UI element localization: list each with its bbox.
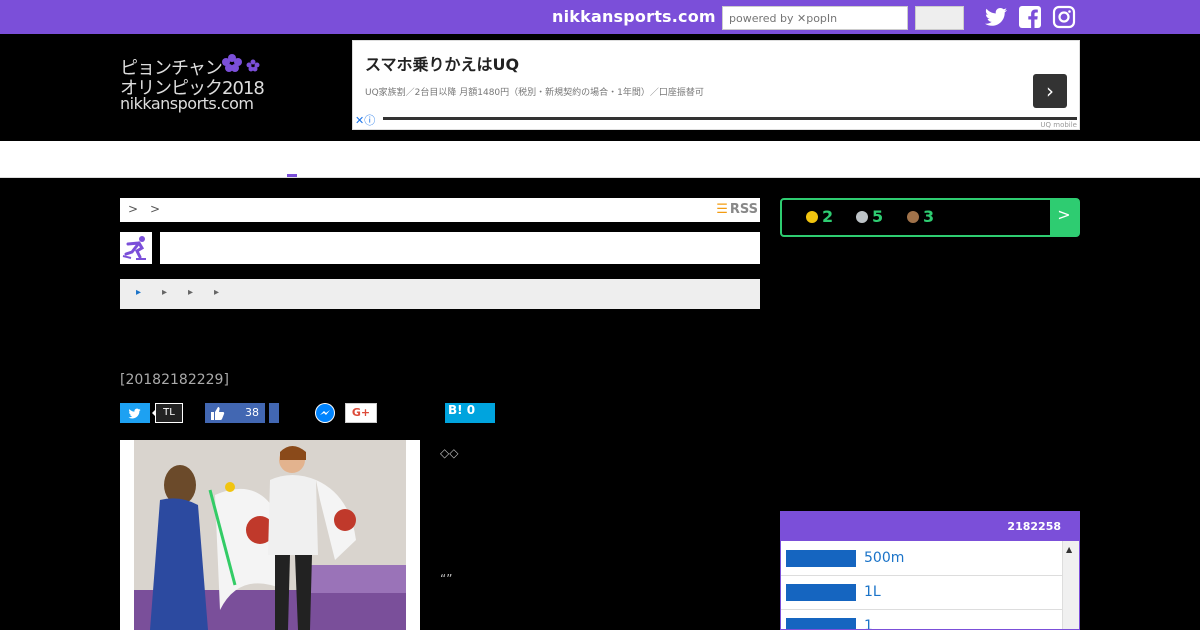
silver-medal-icon — [856, 211, 868, 223]
ranking-widget: 2182258 500m 1L 1 ▲ — [780, 511, 1080, 630]
thumbs-up-icon — [211, 407, 225, 420]
ranking-item-label: 500m — [864, 550, 905, 566]
ranking-item[interactable]: 1L — [781, 576, 1063, 610]
google-plus-share-button[interactable]: G+ — [345, 403, 377, 423]
hatena-bookmark-button[interactable]: B! 0 — [445, 403, 495, 423]
skaters-photo — [134, 440, 406, 630]
rss-link[interactable]: ☰ RSS — [716, 202, 758, 217]
flower-icon — [222, 54, 260, 72]
subnav-item[interactable]: ▸ — [188, 287, 193, 298]
medal-count-box[interactable]: 2 5 3 > — [780, 198, 1080, 237]
ad-divider — [383, 117, 1077, 120]
article-date: [20182182229] — [120, 372, 229, 388]
pyeongchang-logo[interactable]: ピョンチャン オリンピック2018 nikkansports.com — [120, 54, 270, 114]
article-photo[interactable] — [120, 440, 420, 630]
silver-medal-value: 5 — [872, 207, 884, 226]
site-name-link[interactable]: nikkansports.com — [552, 7, 716, 26]
scroll-up-icon[interactable]: ▲ — [1066, 545, 1072, 554]
hatena-label: B! 0 — [448, 403, 476, 417]
subnav-item[interactable]: ▸ — [162, 287, 167, 298]
ranking-header: 2182258 — [781, 512, 1079, 541]
ad-brand: UQ mobile — [1040, 121, 1077, 129]
speed-skating-icon — [120, 232, 152, 264]
search-input[interactable] — [722, 6, 908, 30]
ad-description: UQ家族割／2台目以降 月額1480円（税別・新規契約の場合・1年間）／口座振替… — [365, 88, 704, 98]
twitter-icon[interactable] — [984, 5, 1008, 29]
breadcrumb-separator: > — [128, 202, 139, 216]
twitter-icon — [128, 408, 141, 419]
rss-icon: ☰ — [716, 202, 728, 217]
subnav-item[interactable]: ▸ — [214, 287, 219, 298]
tl-share-button[interactable]: TL — [155, 403, 183, 423]
article-text: ◇◇ — [440, 446, 459, 460]
rss-label: RSS — [729, 202, 758, 217]
ranking-thumbnail — [786, 550, 856, 567]
gold-medal-value: 2 — [822, 207, 834, 226]
ranking-header-label: 2182258 — [1007, 520, 1061, 533]
silver-medal-count: 5 — [856, 207, 883, 226]
ranking-item[interactable]: 500m — [781, 542, 1063, 576]
medal-arrow-button[interactable]: > — [1050, 200, 1078, 235]
ranking-scrollbar[interactable]: ▲ — [1062, 541, 1079, 629]
facebook-icon[interactable] — [1018, 5, 1042, 29]
nav-active-indicator — [287, 174, 297, 177]
gold-medal-count: 2 — [806, 207, 833, 226]
messenger-icon — [316, 404, 334, 422]
ad-arrow-button[interactable]: › — [1033, 74, 1067, 108]
article-title-box — [160, 232, 760, 264]
facebook-like-count: 38 — [245, 406, 259, 419]
facebook-like-button[interactable]: 38 — [205, 403, 265, 423]
article-text: “” — [440, 572, 453, 586]
logo-line-3: nikkansports.com — [120, 94, 254, 113]
ranking-thumbnail — [786, 584, 856, 601]
bronze-medal-count: 3 — [907, 207, 934, 226]
advertisement-banner[interactable]: スマホ乗りかえはUQ UQ家族割／2台目以降 月額1480円（税別・新規契約の場… — [352, 40, 1080, 130]
bronze-medal-value: 3 — [923, 207, 935, 226]
breadcrumb: > > ☰ RSS — [120, 198, 760, 222]
messenger-share-button[interactable] — [315, 403, 335, 423]
search-button[interactable] — [915, 6, 964, 30]
ranking-item-label: 1 — [864, 618, 873, 630]
facebook-share-button[interactable] — [269, 403, 279, 423]
sub-nav: ▸ ▸ ▸ ▸ — [120, 279, 760, 309]
bronze-medal-icon — [907, 211, 919, 223]
gold-medal-icon — [806, 211, 818, 223]
main-nav — [0, 141, 1200, 178]
breadcrumb-separator: > — [150, 202, 161, 216]
subnav-item[interactable]: ▸ — [136, 287, 141, 298]
twitter-share-button[interactable] — [120, 403, 150, 423]
ranking-item-label: 1L — [864, 584, 881, 600]
instagram-icon[interactable] — [1052, 5, 1076, 29]
ranking-item[interactable]: 1 — [781, 610, 1063, 630]
ad-title: スマホ乗りかえはUQ — [365, 55, 520, 74]
ranking-thumbnail — [786, 618, 856, 629]
ad-choices-icon[interactable]: ✕ⓘ — [355, 112, 375, 128]
